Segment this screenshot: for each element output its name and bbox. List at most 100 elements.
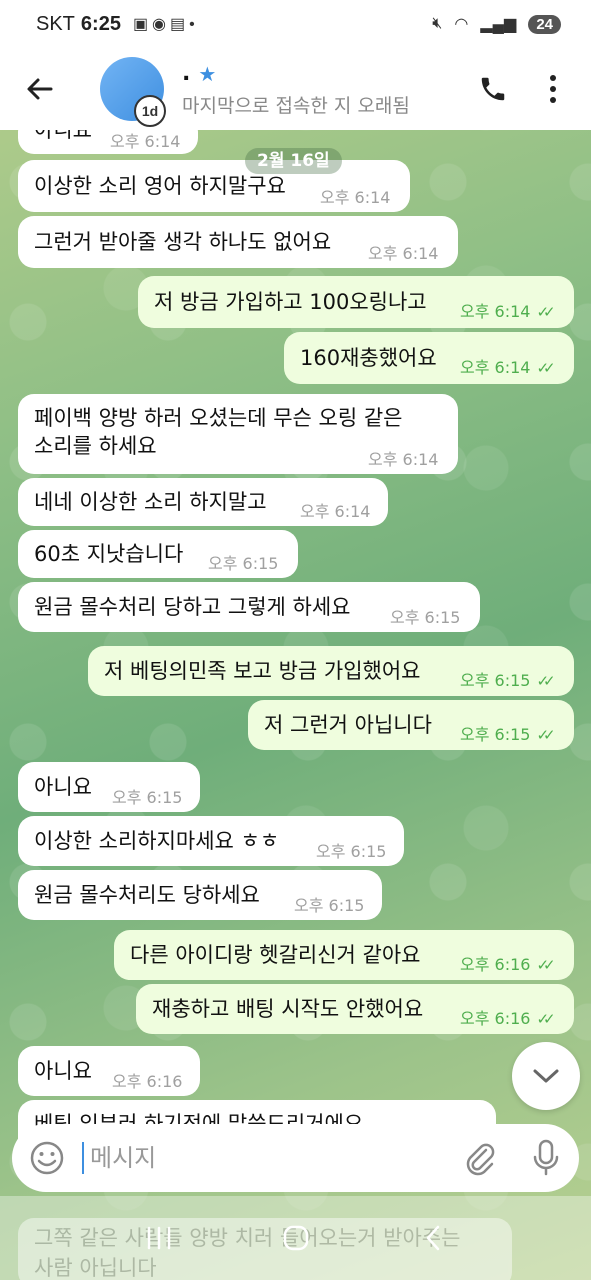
message-text: 저 그런거 아닙니다 [264, 713, 432, 737]
last-seen-status: 마지막으로 접속한 지 오래됨 [182, 94, 410, 117]
message-text: 원금 몰수처리 당하고 그렇게 하세요 [34, 595, 351, 619]
message-bubble[interactable]: 다른 아이디랑 헷갈리신거 같아요 오후 6:16 ✓✓ [114, 930, 574, 980]
chat-header: 1d . ★ 마지막으로 접속한 지 오래됨 [0, 48, 591, 130]
message-time-text: 오후 6:16 [460, 1009, 531, 1028]
carrier-label: SKT [36, 12, 75, 35]
message-bubble[interactable]: 아니요 오후 6:16 [18, 1046, 200, 1096]
message-text: 이상한 소리하지마세요 ㅎㅎ [34, 829, 280, 853]
message-time: 오후 6:14 [368, 450, 439, 469]
chat-name-text: . [182, 60, 191, 86]
message-text: 그런거 받아줄 생각 하나도 없어요 [34, 230, 332, 254]
message-bubble[interactable]: 원금 몰수처리도 당하세요 오후 6:15 [18, 870, 382, 920]
message-bubble[interactable]: 네네 이상한 소리 하지말고 오후 6:14 [18, 478, 388, 526]
message-time: 오후 6:14 [110, 132, 181, 151]
message-bubble[interactable]: 재충하고 배팅 시작도 안했어요 오후 6:16 ✓✓ [136, 984, 574, 1034]
message-text: 160재충했어요 [300, 346, 437, 370]
system-navigation-bar [0, 1196, 591, 1280]
chevron-left-icon [426, 1225, 439, 1251]
signal-icon: ▂▄▆ [480, 16, 517, 33]
message-time: 오후 6:15 [112, 788, 183, 807]
message-text-line2: 소리를 하세요 [34, 434, 157, 458]
message-input[interactable] [82, 1142, 447, 1174]
message-time: 오후 6:14 [320, 188, 391, 207]
home-icon [283, 1225, 308, 1251]
message-time-text: 오후 6:15 [460, 671, 531, 690]
arrow-left-icon [27, 78, 53, 100]
scroll-to-bottom-button[interactable] [512, 1042, 580, 1110]
emoji-button[interactable] [12, 1140, 82, 1176]
message-text: 저 방금 가입하고 100오링나고 [154, 290, 427, 314]
message-text: 60초 지낫습니다 [34, 542, 184, 566]
message-time: 오후 6:15 [294, 896, 365, 915]
clock: 6:25 [80, 12, 121, 35]
chat-name: . ★ [182, 61, 463, 87]
system-indicators: 🔇︎ ◠ ▂▄▆ 24 [432, 14, 561, 34]
attach-button[interactable] [447, 1140, 513, 1176]
message-composer [12, 1124, 579, 1192]
message-time-text: 오후 6:16 [460, 955, 531, 974]
message-text: 다른 아이디랑 헷갈리신거 같아요 [130, 943, 421, 967]
message-bubble[interactable]: 이상한 소리 영어 하지말구요 오후 6:14 [18, 160, 410, 212]
message-time: 오후 6:15 ✓✓ [460, 721, 556, 749]
smiley-icon [30, 1141, 64, 1175]
chevron-down-icon [533, 1069, 559, 1083]
message-time-text: 오후 6:14 [460, 358, 531, 377]
message-bubble[interactable]: 원금 몰수처리 당하고 그렇게 하세요 오후 6:15 [18, 582, 480, 632]
message-text: 재충하고 배팅 시작도 안했어요 [152, 997, 424, 1021]
wifi-icon: ◠ [454, 16, 469, 33]
recent-apps-button[interactable] [129, 1208, 189, 1268]
message-bubble[interactable]: 그런거 받아줄 생각 하나도 없어요 오후 6:14 [18, 216, 458, 268]
home-button[interactable] [266, 1208, 326, 1268]
message-time-text: 오후 6:14 [460, 302, 531, 321]
back-nav-button[interactable] [403, 1208, 463, 1268]
message-time: 오후 6:16 ✓✓ [460, 951, 556, 979]
message-time: 오후 6:16 [112, 1072, 183, 1091]
message-text: 네네 이상한 소리 하지말고 [34, 490, 267, 514]
message-bubble[interactable]: 60초 지낫습니다 오후 6:15 [18, 530, 298, 578]
message-text: 아니요 [34, 1059, 92, 1083]
message-time-text: 오후 6:15 [460, 725, 531, 744]
more-vertical-icon [550, 75, 556, 103]
message-bubble[interactable]: 페이백 양방 하러 오셨는데 무슨 오링 같은 소리를 하세요 오후 6:14 [18, 394, 458, 474]
message-time: 오후 6:15 [208, 554, 279, 573]
message-bubble[interactable]: 저 그런거 아닙니다 오후 6:15 ✓✓ [248, 700, 574, 750]
battery-indicator: 24 [528, 14, 561, 34]
paperclip-icon [466, 1143, 495, 1176]
double-check-icon: ✓✓ [536, 672, 555, 690]
message-bubble[interactable]: 저 방금 가입하고 100오링나고 오후 6:14 ✓✓ [138, 276, 574, 328]
message-time: 오후 6:15 ✓✓ [460, 667, 556, 695]
message-time: 오후 6:14 [368, 244, 439, 263]
message-time: 오후 6:15 [390, 608, 461, 627]
double-check-icon: ✓✓ [536, 726, 555, 744]
message-time: 오후 6:14 ✓✓ [460, 298, 556, 326]
double-check-icon: ✓✓ [536, 956, 555, 974]
message-bubble[interactable]: 저 베팅의민족 보고 방금 가입했어요 오후 6:15 ✓✓ [88, 646, 574, 696]
message-text: 이상한 소리 영어 하지말구요 [34, 174, 286, 198]
chat-title-block[interactable]: . ★ 마지막으로 접속한 지 오래됨 [182, 61, 463, 118]
message-time: 오후 6:14 [300, 502, 371, 521]
microphone-button[interactable] [513, 1139, 579, 1177]
message-list[interactable]: 아니요 오후 6:14 이상한 소리 영어 하지말구요 오후 6:14 그런거 … [0, 116, 591, 1280]
message-time: 오후 6:16 ✓✓ [460, 1005, 556, 1033]
message-text: 아니요 [34, 775, 92, 799]
mute-icon: 🔇︎ [432, 15, 443, 32]
message-bubble[interactable]: 160재충했어요 오후 6:14 ✓✓ [284, 332, 574, 384]
status-bar: SKT 6:25 ▣◉▤• 🔇︎ ◠ ▂▄▆ 24 [0, 0, 591, 48]
message-time: 오후 6:15 [316, 842, 387, 861]
avatar-badge: 1d [134, 95, 166, 127]
phone-icon [481, 77, 505, 101]
double-check-icon: ✓✓ [536, 303, 555, 321]
call-button[interactable] [463, 59, 523, 119]
star-icon: ★ [198, 61, 217, 86]
recents-icon [147, 1226, 170, 1250]
message-bubble[interactable]: 아니요 오후 6:15 [18, 762, 200, 812]
message-bubble[interactable]: 이상한 소리하지마세요 ㅎㅎ 오후 6:15 [18, 816, 404, 866]
message-text: 원금 몰수처리도 당하세요 [34, 883, 260, 907]
double-check-icon: ✓✓ [536, 359, 555, 377]
microphone-icon [533, 1139, 559, 1176]
more-options-button[interactable] [523, 59, 583, 119]
double-check-icon: ✓✓ [536, 1010, 555, 1028]
avatar[interactable]: 1d [100, 57, 166, 127]
back-button[interactable] [0, 48, 80, 130]
date-separator: 2월 16일 [245, 148, 342, 174]
